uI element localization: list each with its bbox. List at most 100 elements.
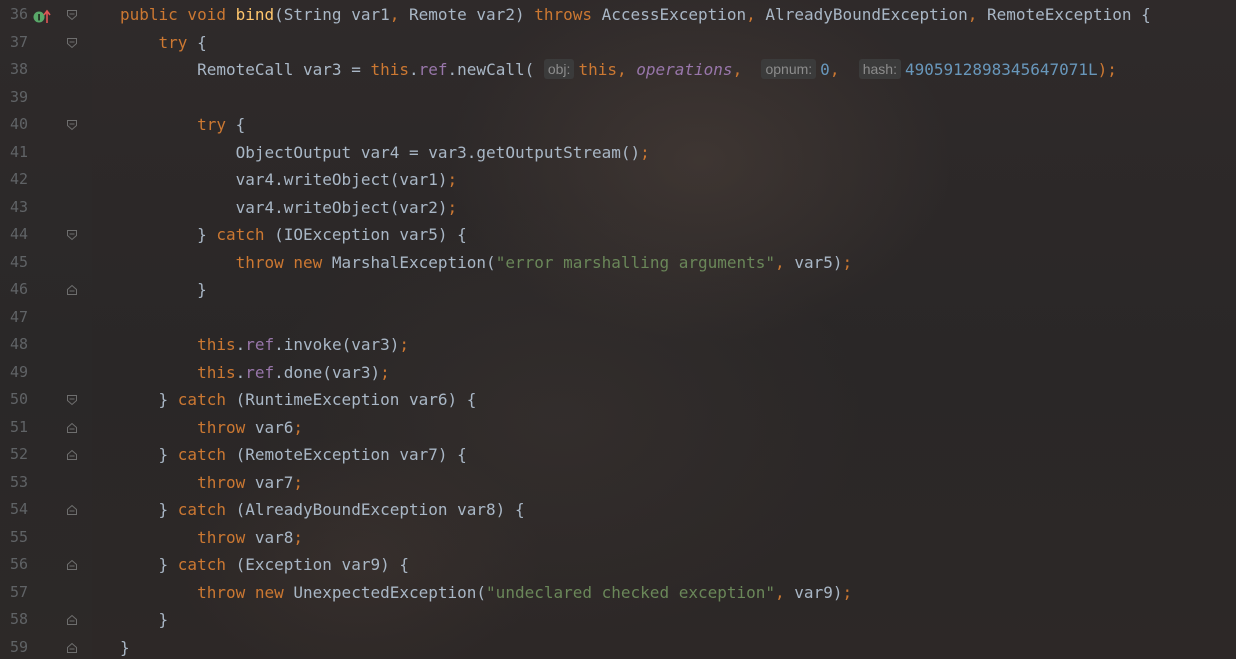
line-number[interactable]: 50 <box>0 386 28 414</box>
code-line[interactable]: 42 var4.writeObject(var1); <box>0 166 1236 194</box>
code-token: ObjectOutput var4 = var3.getOutputStream… <box>120 142 641 162</box>
code-token: "error marshalling arguments" <box>495 252 776 272</box>
line-number[interactable]: 54 <box>0 496 28 524</box>
code-token: var7 <box>254 472 294 492</box>
code-text[interactable]: throw var8; <box>120 524 303 552</box>
code-line[interactable]: 52 } catch (RemoteException var7) { <box>0 441 1236 469</box>
line-number[interactable]: 46 <box>0 276 28 304</box>
fold-end-icon[interactable] <box>66 422 78 434</box>
code-token: catch <box>177 445 236 464</box>
code-text[interactable]: RemoteCall var3 = this.ref.newCall( obj:… <box>120 56 1117 84</box>
code-token: ; <box>293 417 304 437</box>
code-line[interactable]: 54 } catch (AlreadyBoundException var8) … <box>0 496 1236 524</box>
code-line[interactable]: 56 } catch (Exception var9) { <box>0 551 1236 579</box>
code-line[interactable]: 58 } <box>0 606 1236 634</box>
line-number[interactable]: 51 <box>0 414 28 442</box>
code-token: ; <box>447 170 458 189</box>
code-text[interactable]: throw new MarshalException("error marsha… <box>120 249 853 277</box>
code-text[interactable]: } catch (Exception var9) { <box>120 551 409 579</box>
code-line[interactable]: 55 throw var8; <box>0 524 1236 552</box>
code-text[interactable]: var4.writeObject(var2); <box>120 194 458 222</box>
code-text[interactable]: this.ref.done(var3); <box>120 359 390 387</box>
fold-collapse-icon[interactable] <box>66 9 78 21</box>
code-text[interactable]: ObjectOutput var4 = var3.getOutputStream… <box>120 139 650 167</box>
code-token: RemoteCall var3 = <box>120 60 371 79</box>
implements-method-icon[interactable]: I <box>33 6 53 24</box>
code-text[interactable]: throw var7; <box>120 469 303 497</box>
line-number[interactable]: 40 <box>0 111 28 139</box>
code-text[interactable]: this.ref.invoke(var3); <box>120 331 409 359</box>
fold-end-icon[interactable] <box>66 284 78 296</box>
code-line[interactable]: 39 <box>0 84 1236 112</box>
code-text[interactable]: } catch (RemoteException var7) { <box>120 441 467 469</box>
code-text[interactable]: try { <box>120 29 207 57</box>
code-line[interactable]: 50 } catch (RuntimeException var6) { <box>0 386 1236 414</box>
line-number[interactable]: 45 <box>0 249 28 277</box>
code-text[interactable]: } <box>120 276 207 304</box>
code-line[interactable]: 37 try { <box>0 29 1236 57</box>
code-line[interactable]: 43 var4.writeObject(var2); <box>0 194 1236 222</box>
code-token: AlreadyBoundException <box>765 5 968 24</box>
line-number[interactable]: 48 <box>0 331 28 359</box>
line-number[interactable]: 47 <box>0 304 28 332</box>
fold-collapse-icon[interactable] <box>66 394 78 406</box>
code-token: ); <box>1097 60 1117 79</box>
fold-collapse-icon[interactable] <box>66 119 78 131</box>
code-line[interactable]: 57 throw new UnexpectedException("undecl… <box>0 579 1236 607</box>
code-line[interactable]: 51 throw var6; <box>0 414 1236 442</box>
fold-end-icon[interactable] <box>66 449 78 461</box>
line-number[interactable]: 36 <box>0 1 28 29</box>
line-number[interactable]: 37 <box>0 29 28 57</box>
code-text[interactable]: } catch (AlreadyBoundException var8) { <box>120 496 525 524</box>
line-number[interactable]: 39 <box>0 84 28 112</box>
code-text[interactable]: } catch (IOException var5) { <box>120 221 467 249</box>
fold-collapse-icon[interactable] <box>66 229 78 241</box>
code-line[interactable]: 41 ObjectOutput var4 = var3.getOutputStr… <box>0 139 1236 167</box>
code-token: var4.writeObject(var1) <box>120 170 448 189</box>
code-line[interactable]: 45 throw new MarshalException("error mar… <box>0 249 1236 277</box>
code-line[interactable]: 53 throw var7; <box>0 469 1236 497</box>
code-line[interactable]: 46 } <box>0 276 1236 304</box>
code-token: catch <box>216 225 275 244</box>
code-line[interactable]: 59} <box>0 634 1236 659</box>
line-number[interactable]: 58 <box>0 606 28 634</box>
line-number[interactable]: 56 <box>0 551 28 579</box>
line-number[interactable]: 42 <box>0 166 28 194</box>
code-editor[interactable]: 36 Ipublic void bind(String var1, Remote … <box>0 0 1236 659</box>
code-token: catch <box>177 390 236 409</box>
code-line[interactable]: 48 this.ref.invoke(var3); <box>0 331 1236 359</box>
fold-end-icon[interactable] <box>66 614 78 626</box>
code-line[interactable]: 49 this.ref.done(var3); <box>0 359 1236 387</box>
code-line[interactable]: 38 RemoteCall var3 = this.ref.newCall( o… <box>0 56 1236 84</box>
code-text[interactable]: } <box>120 634 130 659</box>
fold-collapse-icon[interactable] <box>66 37 78 49</box>
code-line[interactable]: 47 <box>0 304 1236 332</box>
line-number[interactable]: 38 <box>0 56 28 84</box>
code-line[interactable]: 44 } catch (IOException var5) { <box>0 221 1236 249</box>
line-number[interactable]: 43 <box>0 194 28 222</box>
line-number[interactable]: 53 <box>0 469 28 497</box>
code-token: , <box>775 252 795 272</box>
line-number[interactable]: 49 <box>0 359 28 387</box>
line-number[interactable]: 59 <box>0 634 28 659</box>
line-number[interactable]: 41 <box>0 139 28 167</box>
code-line[interactable]: 36 Ipublic void bind(String var1, Remote … <box>0 1 1236 29</box>
code-text[interactable]: throw new UnexpectedException("undeclare… <box>120 579 852 607</box>
code-text[interactable]: var4.writeObject(var1); <box>120 166 458 194</box>
fold-end-icon[interactable] <box>66 504 78 516</box>
code-text[interactable]: throw var6; <box>120 414 303 442</box>
line-number[interactable]: 57 <box>0 579 28 607</box>
code-text[interactable]: public void bind(String var1, Remote var… <box>120 1 1151 29</box>
code-token: ; <box>842 582 853 602</box>
fold-end-icon[interactable] <box>66 642 78 654</box>
fold-end-icon[interactable] <box>66 559 78 571</box>
code-text[interactable]: try { <box>120 111 245 139</box>
line-number[interactable]: 52 <box>0 441 28 469</box>
code-text[interactable]: } catch (RuntimeException var6) { <box>120 386 477 414</box>
parameter-hint: opnum: <box>761 59 817 79</box>
code-text[interactable]: } <box>120 606 169 634</box>
code-line[interactable]: 40 try { <box>0 111 1236 139</box>
line-number[interactable]: 55 <box>0 524 28 552</box>
line-number[interactable]: 44 <box>0 221 28 249</box>
